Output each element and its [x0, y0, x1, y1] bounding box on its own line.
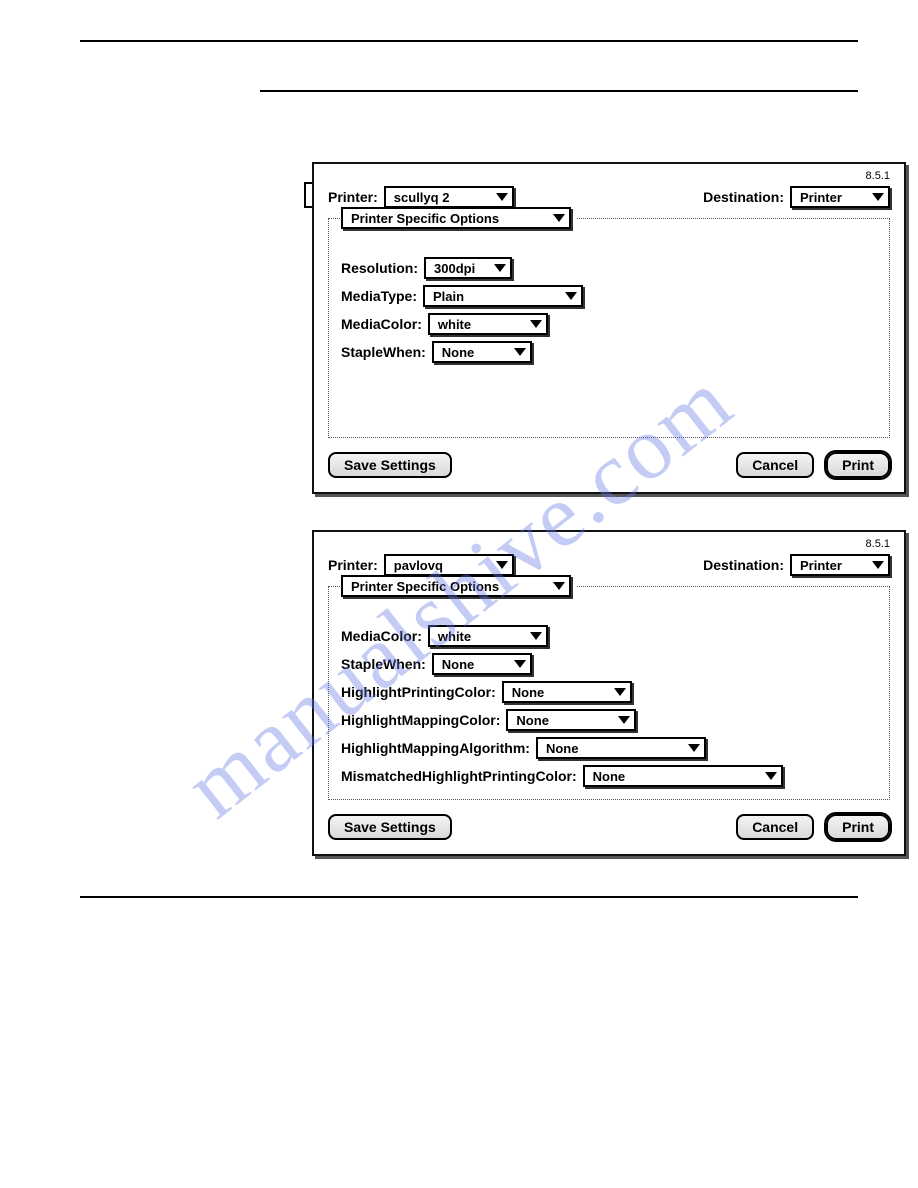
chevron-down-icon: [530, 632, 542, 640]
option-dropdown-staplewhen[interactable]: None: [432, 341, 532, 363]
option-label: HighlightMappingAlgorithm:: [341, 740, 530, 756]
destination-dropdown[interactable]: Printer: [790, 554, 890, 576]
chevron-down-icon: [618, 716, 630, 724]
chevron-down-icon: [872, 561, 884, 569]
chevron-down-icon: [496, 193, 508, 201]
printer-dropdown[interactable]: scullyq 2: [384, 186, 514, 208]
version-label: 8.5.1: [866, 170, 890, 182]
destination-value: Printer: [800, 558, 856, 573]
chevron-down-icon: [530, 320, 542, 328]
option-row: MediaColor: white: [341, 313, 877, 335]
print-dialog-2: 8.5.1 Printer: pavlovq Destination: Prin…: [312, 530, 906, 856]
option-label: MediaColor:: [341, 316, 422, 332]
option-row: HighlightPrintingColor: None: [341, 681, 877, 703]
option-row: HighlightMappingAlgorithm: None: [341, 737, 877, 759]
group-selector-dropdown[interactable]: Printer Specific Options: [341, 575, 571, 597]
version-label: 8.5.1: [866, 538, 890, 550]
option-value: None: [593, 769, 640, 784]
option-value: None: [546, 741, 593, 756]
cancel-button[interactable]: Cancel: [736, 814, 814, 840]
option-value: white: [438, 629, 485, 644]
option-row: Resolution: 300dpi: [341, 257, 877, 279]
options-group: Printer Specific Options Resolution: 300…: [328, 218, 890, 438]
option-label: StapleWhen:: [341, 656, 426, 672]
group-selector-dropdown[interactable]: Printer Specific Options: [341, 207, 571, 229]
option-row: MismatchedHighlightPrintingColor: None: [341, 765, 877, 787]
option-dropdown-mediatype[interactable]: Plain: [423, 285, 583, 307]
option-label: HighlightPrintingColor:: [341, 684, 496, 700]
option-value: None: [516, 713, 563, 728]
destination-value: Printer: [800, 190, 856, 205]
option-dropdown-highlightprintingcolor[interactable]: None: [502, 681, 632, 703]
option-row: StapleWhen: None: [341, 653, 877, 675]
chevron-down-icon: [514, 660, 526, 668]
option-dropdown-highlightmappingcolor[interactable]: None: [506, 709, 636, 731]
option-dropdown-resolution[interactable]: 300dpi: [424, 257, 512, 279]
option-label: HighlightMappingColor:: [341, 712, 500, 728]
chevron-down-icon: [688, 744, 700, 752]
save-settings-button[interactable]: Save Settings: [328, 452, 452, 478]
option-value: None: [442, 345, 489, 360]
save-settings-button[interactable]: Save Settings: [328, 814, 452, 840]
option-value: None: [442, 657, 489, 672]
print-button[interactable]: Print: [826, 814, 890, 840]
option-row: StapleWhen: None: [341, 341, 877, 363]
rule-bottom: [80, 896, 858, 898]
chevron-down-icon: [553, 582, 565, 590]
option-dropdown-mediacolor[interactable]: white: [428, 625, 548, 647]
option-dropdown-mediacolor[interactable]: white: [428, 313, 548, 335]
destination-dropdown[interactable]: Printer: [790, 186, 890, 208]
option-dropdown-highlightmappingalgorithm[interactable]: None: [536, 737, 706, 759]
printer-label: Printer:: [328, 189, 378, 205]
option-row: MediaColor: white: [341, 625, 877, 647]
options-group: Printer Specific Options MediaColor: whi…: [328, 586, 890, 800]
destination-label: Destination:: [703, 189, 784, 205]
option-label: Resolution:: [341, 260, 418, 276]
option-row: HighlightMappingColor: None: [341, 709, 877, 731]
cancel-button[interactable]: Cancel: [736, 452, 814, 478]
group-selector-value: Printer Specific Options: [351, 579, 513, 594]
chevron-down-icon: [494, 264, 506, 272]
option-label: MediaType:: [341, 288, 417, 304]
option-value: 300dpi: [434, 261, 489, 276]
option-label: MediaColor:: [341, 628, 422, 644]
option-value: None: [512, 685, 559, 700]
option-dropdown-mismatchedhighlightprintingcolor[interactable]: None: [583, 765, 783, 787]
print-dialog-1: 8.5.1 Printer: scullyq 2 Destination: Pr…: [312, 162, 906, 494]
option-value: Plain: [433, 289, 478, 304]
printer-label: Printer:: [328, 557, 378, 573]
chevron-down-icon: [614, 688, 626, 696]
printer-dropdown[interactable]: pavlovq: [384, 554, 514, 576]
option-value: white: [438, 317, 485, 332]
printer-value: pavlovq: [394, 558, 457, 573]
rule-top: [80, 40, 858, 42]
option-label: StapleWhen:: [341, 344, 426, 360]
print-button[interactable]: Print: [826, 452, 890, 478]
printer-value: scullyq 2: [394, 190, 464, 205]
chevron-down-icon: [765, 772, 777, 780]
option-row: MediaType: Plain: [341, 285, 877, 307]
chevron-down-icon: [553, 214, 565, 222]
chevron-down-icon: [496, 561, 508, 569]
chevron-down-icon: [872, 193, 884, 201]
chevron-down-icon: [565, 292, 577, 300]
option-label: MismatchedHighlightPrintingColor:: [341, 768, 577, 784]
option-dropdown-staplewhen[interactable]: None: [432, 653, 532, 675]
chevron-down-icon: [514, 348, 526, 356]
destination-label: Destination:: [703, 557, 784, 573]
group-selector-value: Printer Specific Options: [351, 211, 513, 226]
rule-sub: [260, 90, 858, 92]
